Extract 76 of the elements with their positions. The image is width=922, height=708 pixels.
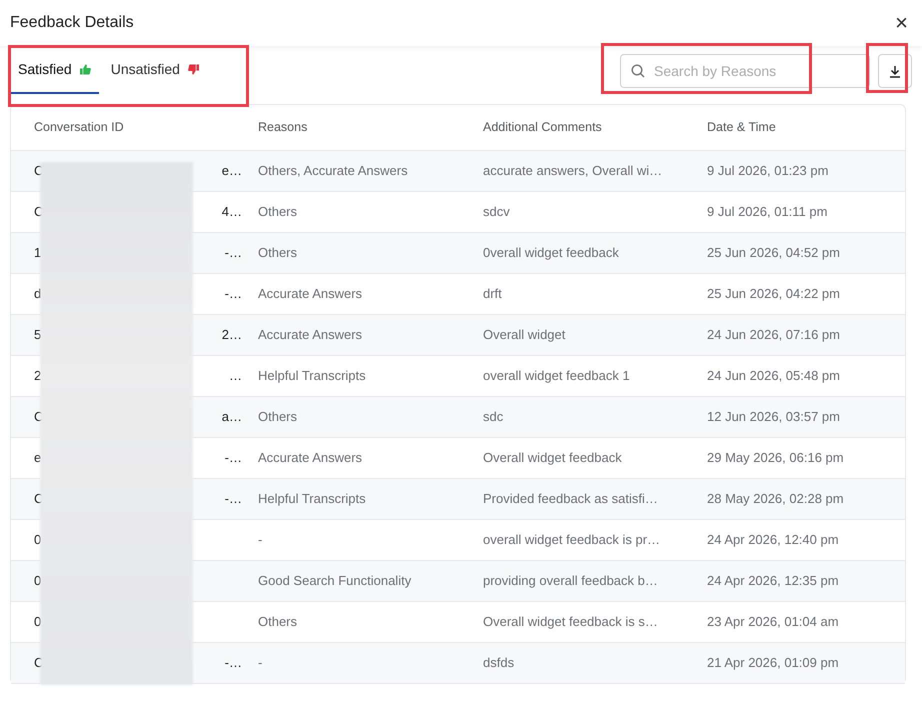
table-cell-text: drft: [483, 285, 503, 304]
column-header: Additional Comments: [483, 119, 603, 136]
table-cell-text: 2: [34, 367, 42, 386]
table-cell-text: 5: [34, 326, 42, 344]
table-cell-text: C: [34, 203, 44, 222]
table-cell-text: Others: [258, 203, 298, 222]
table-cell-text: Accurate Answers: [258, 449, 364, 468]
table-cell-text: -…: [224, 244, 242, 262]
table-cell-text: Accurate Answers: [258, 326, 364, 344]
table-cell-text: Overall widget feedback: [483, 449, 623, 468]
table-cell-text: Accurate Answers: [258, 285, 364, 304]
table-cell-text: Helpful Transcripts: [258, 490, 367, 508]
table-cell-text: a…: [222, 408, 242, 426]
table-cell-text: 1: [34, 244, 42, 262]
table-cell-text: 9 Jul 2026, 01:11 pm: [707, 203, 828, 222]
table-cell-text: -…: [224, 654, 242, 672]
table-cell-text: 0verall widget feedback: [483, 244, 620, 262]
table-cell-text: C: [34, 408, 44, 426]
table-cell-text: -…: [224, 449, 242, 468]
table-cell-text: 25 Jun 2026, 04:52 pm: [707, 244, 841, 262]
table-cell-text: -: [258, 654, 264, 672]
table-cell-text: providing overall feedback b…: [483, 572, 659, 590]
table-cell-text: 21 Apr 2026, 01:09 pm: [707, 654, 840, 672]
table-cell-text: 28 May 2026, 02:28 pm: [707, 490, 845, 508]
table-cell-text: C: [34, 490, 44, 508]
search-field[interactable]: Search by Reasons: [620, 54, 870, 88]
table-cell-text: -…: [224, 490, 242, 508]
table-cell-text: 12 Jun 2026, 03:57 pm: [707, 408, 841, 426]
table-cell-text: …: [229, 367, 242, 386]
table-cell-text: 9 Jul 2026, 01:23 pm: [707, 162, 830, 180]
table-cell-text: overall widget feedback is pr…: [483, 531, 662, 550]
table-cell-text: Good Search Functionality: [258, 572, 412, 590]
download-icon: [889, 64, 901, 78]
table-cell-text: sdcv: [483, 203, 511, 222]
table-cell-text: 2…: [222, 326, 242, 344]
download-button[interactable]: [878, 54, 912, 88]
table-cell-text: Others: [258, 408, 298, 426]
close-button[interactable]: ×: [891, 12, 912, 34]
table-cell-text: 24 Jun 2026, 07:16 pm: [707, 326, 841, 344]
table-cell-text: dsfds: [483, 654, 516, 672]
table-cell-text: Others: [258, 613, 298, 632]
table-cell-text: accurate answers, Overall wi…: [483, 162, 664, 180]
table-cell-text: 24 Apr 2026, 12:40 pm: [707, 531, 840, 550]
table-cell-text: -…: [224, 285, 242, 304]
thumbs-down-icon: [188, 64, 199, 75]
table-cell-text: 29 May 2026, 06:16 pm: [707, 449, 845, 468]
table-cell-text: 25 Jun 2026, 04:22 pm: [707, 285, 841, 304]
table-cell-text: C: [34, 162, 44, 180]
table-cell-text: C: [34, 654, 44, 672]
table-cell-text: -: [258, 531, 264, 550]
window-title: Feedback Details: [10, 13, 134, 33]
column-header: Date & Time: [707, 119, 777, 136]
table-cell-text: 23 Apr 2026, 01:04 am: [707, 613, 840, 632]
table-cell-text: 0: [34, 613, 42, 632]
column-header: Conversation ID: [34, 119, 125, 136]
annotation-frame: [866, 43, 908, 93]
table-cell-text: e: [34, 449, 42, 468]
table-cell-text: Helpful Transcripts: [258, 367, 367, 386]
table-cell-text: sdc: [483, 408, 504, 426]
table-cell-text: Provided feedback as satisfi…: [483, 490, 659, 508]
table-cell-text: e…: [222, 162, 242, 180]
table-cell-text: Others: [258, 244, 298, 262]
table-cell-text: Overall widget feedback is s…: [483, 613, 659, 632]
tab[interactable]: Unsatisfied: [102, 47, 207, 94]
column-header: Reasons: [258, 119, 308, 136]
table-cell-text: 24 Apr 2026, 12:35 pm: [707, 572, 840, 590]
table-cell-text: 4…: [222, 203, 242, 222]
table-cell-text: d: [34, 285, 42, 304]
table-cell-text: Others, Accurate Answers: [258, 162, 409, 180]
table-cell-text: 0: [34, 572, 42, 590]
table-cell-text: Overall widget: [483, 326, 566, 344]
table-cell-text: 0: [34, 531, 42, 550]
tab[interactable]: Satisfied: [10, 47, 99, 94]
thumbs-up-icon: [80, 64, 91, 75]
table-cell-text: 24 Jun 2026, 05:48 pm: [707, 367, 841, 386]
table-cell-text: overall widget feedback 1: [483, 367, 631, 386]
